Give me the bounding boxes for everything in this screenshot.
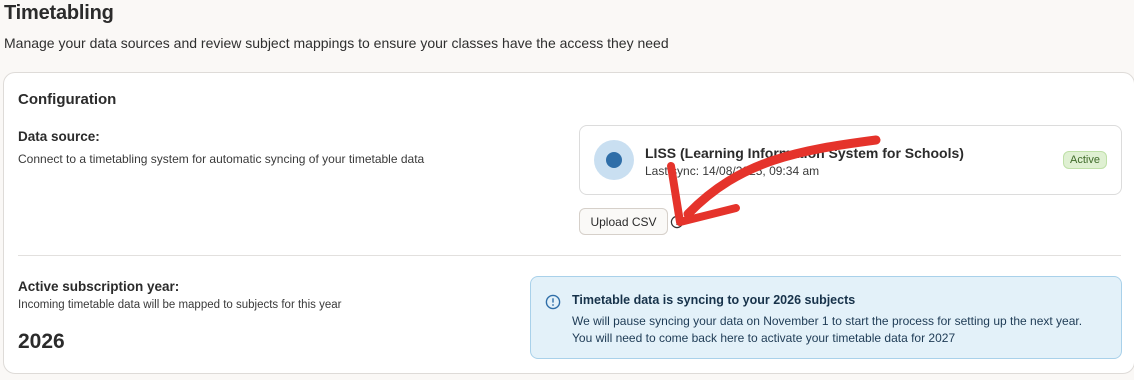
page-subtitle: Manage your data sources and review subj… [4, 35, 669, 51]
info-icon [545, 294, 561, 310]
data-source-label: Data source: [18, 129, 100, 144]
notice-title: Timetable data is syncing to your 2026 s… [572, 293, 856, 307]
status-badge: Active [1063, 151, 1107, 169]
upload-csv-button[interactable]: Upload CSV [579, 208, 668, 235]
source-logo-dot [606, 152, 622, 168]
section-divider [18, 255, 1121, 256]
notice-text-line-2: You will need to come back here to activ… [572, 331, 956, 345]
configuration-card: Configuration Data source: Connect to a … [3, 72, 1134, 374]
notice-text-line-1: We will pause syncing your data on Novem… [572, 314, 1083, 328]
source-name: LISS (Learning Information System for Sc… [645, 145, 964, 161]
data-source-help: Connect to a timetabling system for auto… [18, 152, 425, 166]
last-sync-text: Last sync: 14/08/2025, 09:34 am [645, 164, 820, 178]
subscription-year-label: Active subscription year: [18, 279, 180, 294]
configuration-title: Configuration [18, 91, 117, 108]
subscription-year-help: Incoming timetable data will be mapped t… [18, 299, 342, 311]
info-icon[interactable] [670, 215, 684, 229]
sync-notice: Timetable data is syncing to your 2026 s… [530, 276, 1122, 359]
page-title: Timetabling [4, 2, 114, 24]
data-source-card[interactable]: LISS (Learning Information System for Sc… [579, 125, 1122, 195]
subscription-year-value: 2026 [18, 330, 65, 353]
source-logo-icon [594, 140, 634, 180]
